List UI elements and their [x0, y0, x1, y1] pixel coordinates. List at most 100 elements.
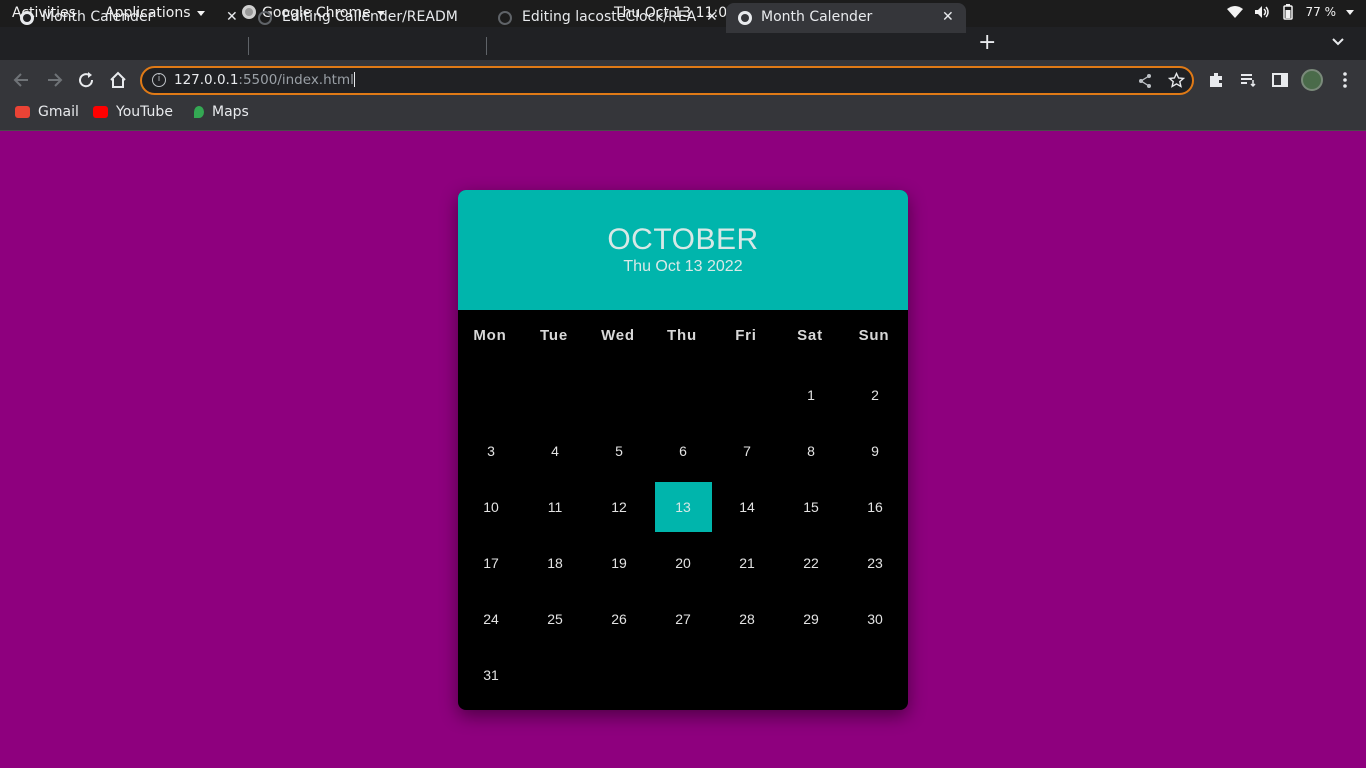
day-number: 4 [551, 443, 559, 459]
day-number: 8 [807, 443, 815, 459]
reading-list-icon[interactable] [1238, 70, 1258, 90]
day-cell: 26 [587, 591, 651, 647]
day-number: 5 [615, 443, 623, 459]
day-number: 24 [483, 611, 499, 627]
day-cell: 3 [459, 423, 523, 479]
forward-icon[interactable] [44, 70, 64, 90]
address-bar[interactable]: i 127.0.0.1:5500/index.html [140, 66, 1194, 95]
url-text[interactable]: 127.0.0.1:5500/index.html [174, 72, 355, 88]
day-cell: 21 [715, 535, 779, 591]
profile-avatar[interactable] [1301, 69, 1323, 91]
days-grid: 1 2 3 4 5 6 7 8 9 10 11 12 13 14 15 16 17 18 19 20 21 22 23 24 2… [458, 367, 908, 703]
system-status-area[interactable]: 77 % [1226, 4, 1354, 20]
day-number: 31 [483, 667, 499, 683]
close-icon[interactable]: ✕ [706, 9, 718, 25]
weekday-header-row: Mon Tue Wed Thu Fri Sat Sun [458, 327, 908, 344]
day-number: 7 [743, 443, 751, 459]
empty-day-cell [523, 367, 587, 423]
day-cell: 10 [459, 479, 523, 535]
day-number: 30 [867, 611, 883, 627]
day-number: 25 [547, 611, 563, 627]
tab-title: Month Calender [42, 9, 154, 25]
day-number: 29 [803, 611, 819, 627]
back-icon[interactable] [12, 70, 32, 90]
home-icon[interactable] [108, 70, 128, 90]
site-info-icon[interactable]: i [152, 73, 166, 87]
day-number: 19 [611, 555, 627, 571]
day-number: 10 [483, 499, 499, 515]
day-cell: 13 [651, 479, 715, 535]
bookmark-star-icon[interactable] [1168, 72, 1185, 89]
weekday-mon: Mon [473, 327, 507, 344]
day-number: 6 [679, 443, 687, 459]
month-name: OCTOBER [607, 223, 759, 256]
text-cursor [353, 72, 355, 87]
calendar-header: OCTOBER Thu Oct 13 2022 [458, 190, 908, 310]
tab-title: Editing lacosteClock/README [522, 9, 697, 25]
day-cell: 12 [587, 479, 651, 535]
youtube-icon [93, 106, 108, 118]
url-host: 127.0.0.1 [174, 72, 239, 88]
day-cell: 28 [715, 591, 779, 647]
tab-editing-lacosteclock[interactable]: Editing lacosteClock/README ✕ [480, 3, 730, 33]
bookmark-gmail[interactable]: Gmail [15, 104, 79, 120]
close-icon[interactable]: ✕ [942, 9, 954, 25]
empty-day-cell [587, 367, 651, 423]
day-cell: 25 [523, 591, 587, 647]
battery-percent: 77 % [1305, 5, 1337, 19]
bookmark-youtube[interactable]: YouTube [93, 104, 173, 120]
globe-icon [738, 11, 752, 25]
kebab-menu-icon[interactable] [1335, 70, 1355, 90]
day-cell: 4 [523, 423, 587, 479]
today-day-number: 13 [654, 482, 712, 532]
bookmark-label: Gmail [38, 104, 79, 120]
day-cell: 23 [843, 535, 907, 591]
tab-month-calender-1[interactable]: Month Calender ✕ [0, 3, 250, 33]
close-icon[interactable]: ✕ [226, 9, 238, 25]
github-icon [258, 11, 272, 25]
day-cell: 5 [587, 423, 651, 479]
day-number: 16 [867, 499, 883, 515]
day-number: 11 [547, 499, 563, 515]
new-tab-button[interactable]: + [978, 32, 996, 54]
tab-editing-callender[interactable]: Editing Callender/README [240, 3, 488, 33]
side-panel-icon[interactable] [1270, 70, 1290, 90]
day-cell: 16 [843, 479, 907, 535]
day-cell: 1 [779, 367, 843, 423]
day-number: 22 [803, 555, 819, 571]
tab-search-chevron-icon[interactable] [1331, 37, 1345, 47]
day-number: 15 [803, 499, 819, 515]
day-number: 3 [487, 443, 495, 459]
tab-title: Month Calender [761, 9, 873, 25]
day-cell: 18 [523, 535, 587, 591]
share-icon[interactable] [1137, 73, 1153, 89]
day-cell: 15 [779, 479, 843, 535]
battery-icon [1282, 4, 1293, 20]
extensions-icon[interactable] [1206, 70, 1226, 90]
day-cell: 29 [779, 591, 843, 647]
day-number: 21 [739, 555, 755, 571]
day-number: 9 [871, 443, 879, 459]
day-cell: 24 [459, 591, 523, 647]
bookmark-maps[interactable]: Maps [194, 104, 249, 120]
day-number: 26 [611, 611, 627, 627]
weekday-sun: Sun [858, 327, 890, 344]
chevron-down-icon [1346, 9, 1354, 15]
day-number: 17 [483, 555, 499, 571]
bookmarks-bar: Gmail YouTube Maps [0, 100, 1366, 131]
wifi-icon [1226, 6, 1243, 18]
weekday-tue: Tue [540, 327, 568, 344]
day-cell: 22 [779, 535, 843, 591]
reload-icon[interactable] [76, 70, 96, 90]
gmail-icon [15, 106, 30, 118]
day-cell: 20 [651, 535, 715, 591]
url-path: :5500/index.html [238, 72, 354, 88]
day-number: 18 [547, 555, 563, 571]
day-number: 1 [807, 387, 815, 403]
empty-day-cell [459, 367, 523, 423]
day-cell: 30 [843, 591, 907, 647]
day-number: 14 [739, 499, 755, 515]
day-cell: 19 [587, 535, 651, 591]
weekday-sat: Sat [797, 327, 823, 344]
tab-month-calender-active[interactable]: Month Calender ✕ [726, 3, 966, 33]
